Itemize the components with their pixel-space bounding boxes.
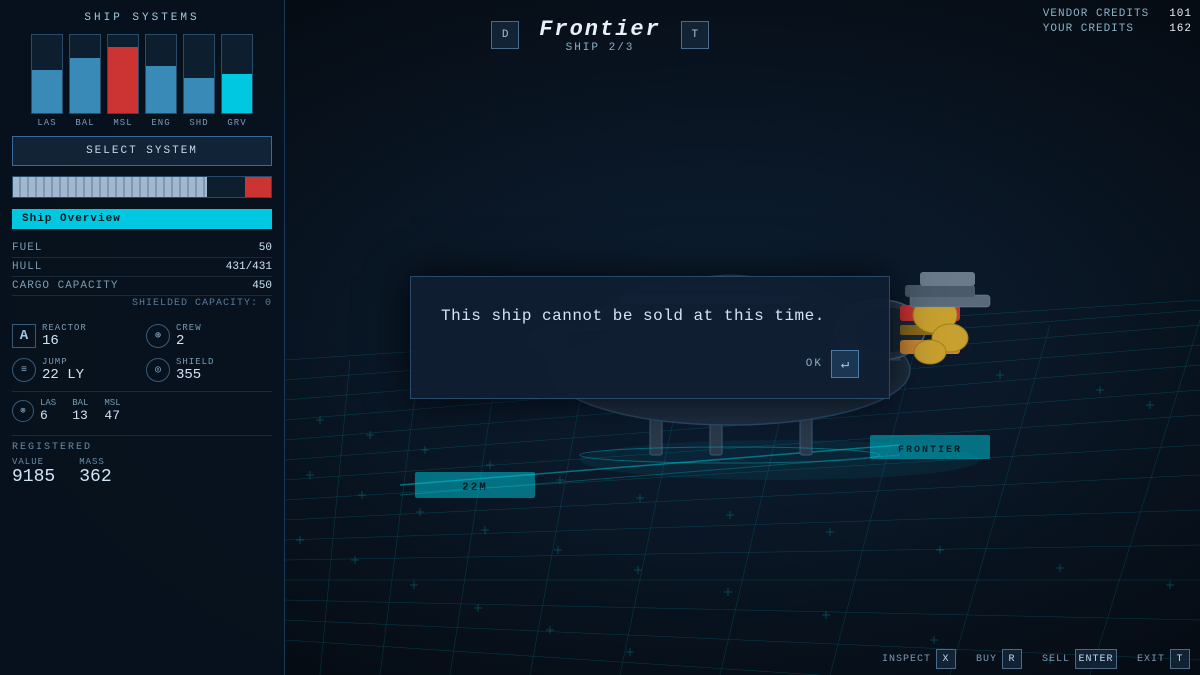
modal-ok-icon: ↵ — [841, 356, 849, 373]
modal-message: This ship cannot be sold at this time. — [441, 307, 859, 325]
modal-ok-label: OK — [806, 358, 823, 370]
modal-footer: OK ↵ — [441, 350, 859, 378]
modal-ok-button[interactable]: ↵ — [831, 350, 859, 378]
modal-box: This ship cannot be sold at this time. O… — [410, 276, 890, 399]
modal-overlay: This ship cannot be sold at this time. O… — [0, 0, 1200, 675]
